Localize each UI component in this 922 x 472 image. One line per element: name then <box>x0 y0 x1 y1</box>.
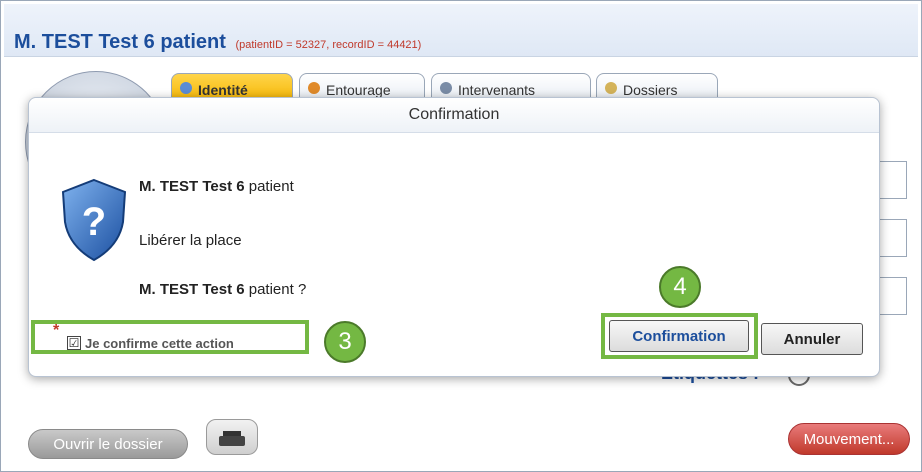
confirm-button[interactable]: Confirmation <box>609 320 749 352</box>
dialog-title: Confirmation <box>29 98 879 133</box>
message-line-action: Libérer la place <box>139 232 242 249</box>
folder-icon <box>605 82 617 94</box>
identity-icon <box>180 82 192 94</box>
app-frame: M. TEST Test 6 patient (patientID = 5232… <box>0 0 922 472</box>
message-line-patient: M. TEST Test 6 patient <box>139 178 294 195</box>
printer-icon-body <box>219 436 245 446</box>
svg-text:?: ? <box>82 200 106 244</box>
patient-name: M. TEST Test 6 patient (patientID = 5232… <box>14 31 422 53</box>
step-badge-4: 4 <box>659 266 701 308</box>
open-record-button[interactable]: Ouvrir le dossier <box>28 429 188 459</box>
print-button[interactable] <box>206 419 258 455</box>
confirm-checkbox-label[interactable]: Je confirme cette action <box>85 336 234 351</box>
patient-ids: (patientID = 52327, recordID = 44421) <box>235 39 422 51</box>
confirm-checkbox[interactable]: ☑ <box>67 336 81 350</box>
step-badge-3: 3 <box>324 321 366 363</box>
cancel-button[interactable]: Annuler <box>761 323 863 355</box>
required-marker: * <box>53 322 60 339</box>
movement-button[interactable]: Mouvement... <box>788 423 910 455</box>
warning-icon <box>308 82 320 94</box>
people-icon <box>440 82 452 94</box>
message-line-question: M. TEST Test 6 patient ? <box>139 281 307 298</box>
patient-header: M. TEST Test 6 patient (patientID = 5232… <box>4 4 918 57</box>
security-shield-question-icon: ? <box>61 178 127 262</box>
confirmation-dialog: Confirmation ? M. TEST Test 6 patient Li… <box>28 97 880 377</box>
